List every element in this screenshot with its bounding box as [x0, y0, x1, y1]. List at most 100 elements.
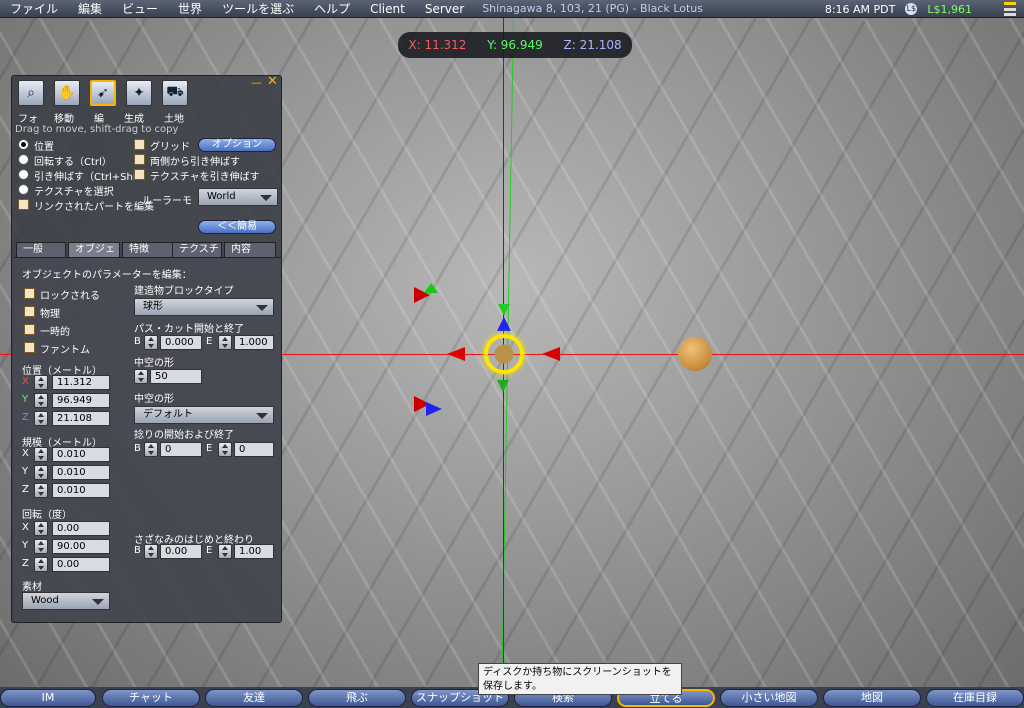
size-y-field[interactable]: 0.010 — [52, 465, 110, 480]
tab-features[interactable]: 特徴 — [122, 242, 174, 257]
rot-z-spinner[interactable] — [34, 557, 48, 572]
inventory-button[interactable]: 在庫目録 — [926, 689, 1024, 707]
dimple-e-spinner[interactable] — [218, 544, 232, 559]
radio-rotate[interactable] — [18, 154, 29, 165]
building-block-dropdown[interactable]: 球形 — [134, 298, 274, 316]
size-y-label: Y — [22, 466, 29, 477]
options-button[interactable]: オプション — [198, 138, 276, 152]
menu-edit[interactable]: 編集 — [68, 0, 112, 18]
tab-object[interactable]: オブジェクト — [68, 242, 120, 257]
rot-x-spinner[interactable] — [34, 521, 48, 536]
radio-stretch[interactable] — [18, 169, 29, 180]
phantom-checkbox[interactable] — [24, 342, 35, 353]
land-bulldozer-icon[interactable]: ⛟ — [162, 80, 188, 106]
menu-view[interactable]: ビュー — [112, 0, 168, 18]
hollow-shape-dropdown[interactable]: デフォルト — [134, 406, 274, 424]
dimple-b-spinner[interactable] — [144, 544, 158, 559]
mini-map-button[interactable]: 小さい地図 — [720, 689, 818, 707]
menu-file[interactable]: ファイル — [0, 0, 68, 18]
grab-hand-icon[interactable]: ✋ — [54, 80, 80, 106]
pos-x-spinner[interactable] — [34, 375, 48, 390]
x-arrow-handle-right[interactable] — [542, 347, 560, 361]
tab-content[interactable]: 内容 — [224, 242, 276, 257]
bandwidth-meter-icon[interactable] — [1004, 2, 1016, 16]
size-z-spinner[interactable] — [34, 483, 48, 498]
grid-checkbox[interactable] — [134, 139, 145, 150]
pos-y-label: Y — [22, 394, 29, 405]
y-arrow-handle-down[interactable] — [497, 380, 509, 392]
map-button[interactable]: 地図 — [823, 689, 921, 707]
material-dropdown[interactable]: Wood — [22, 592, 110, 610]
twist-e-spinner[interactable] — [218, 442, 232, 457]
dimple-b-label: B — [134, 545, 141, 556]
path-e-spinner[interactable] — [218, 335, 232, 350]
less-button[interactable]: ＜＜簡易 — [198, 220, 276, 234]
edit-linked-checkbox[interactable] — [18, 199, 29, 210]
pos-x-field[interactable]: 11.312 — [52, 375, 110, 390]
dimple-b-field[interactable]: 0.00 — [160, 544, 202, 559]
z-arrow-handle[interactable] — [497, 317, 511, 331]
selected-object-gizmo[interactable] — [484, 334, 524, 374]
wood-sphere-object[interactable] — [678, 337, 712, 371]
buy-currency-icon[interactable]: L$ — [905, 3, 918, 15]
menu-server[interactable]: Server — [415, 0, 474, 18]
radio-select-texture[interactable] — [18, 184, 29, 195]
ruler-label: ルーラーモ — [142, 196, 192, 207]
minimize-icon[interactable]: — — [251, 76, 262, 89]
size-y-spinner[interactable] — [34, 465, 48, 480]
plane-handle-lower[interactable] — [414, 392, 442, 416]
menu-bar: ファイル 編集 ビュー 世界 ツールを選ぶ ヘルプ Client Server … — [0, 0, 1024, 18]
plane-handle-upper[interactable] — [414, 283, 442, 303]
ruler-mode-dropdown[interactable]: World — [198, 188, 278, 206]
y-arrow-handle[interactable] — [498, 304, 510, 316]
size-x-field[interactable]: 0.010 — [52, 447, 110, 462]
tab-texture[interactable]: テクスチャ — [172, 242, 222, 257]
size-z-field[interactable]: 0.010 — [52, 483, 110, 498]
im-button[interactable]: IM — [0, 689, 96, 707]
path-b-spinner[interactable] — [144, 335, 158, 350]
twist-b-spinner[interactable] — [144, 442, 158, 457]
close-icon[interactable]: ✕ — [267, 74, 278, 89]
fly-button[interactable]: 飛ぶ — [308, 689, 406, 707]
create-wand-icon[interactable]: ✦ — [126, 80, 152, 106]
rot-x-label: X — [22, 522, 29, 533]
hollow-field[interactable]: 50 — [150, 369, 202, 384]
path-e-field[interactable]: 1.000 — [234, 335, 274, 350]
twist-b-field[interactable]: 0 — [160, 442, 202, 457]
edit-pointer-icon[interactable]: ➹ — [90, 80, 116, 106]
coord-y: Y: 96.949 — [487, 38, 543, 52]
building-block-value: 球形 — [143, 301, 163, 312]
pos-z-label: Z — [22, 412, 29, 423]
pos-z-field[interactable]: 21.108 — [52, 411, 110, 426]
path-b-field[interactable]: 0.000 — [160, 335, 202, 350]
tab-general[interactable]: 一般 — [16, 242, 66, 257]
build-floater: ⌕ ✋ ➹ ✦ ⛟ フォ 移動 編 生成 土地 — ✕ Drag to move… — [11, 74, 282, 623]
x-arrow-handle-left[interactable] — [447, 347, 465, 361]
pos-y-spinner[interactable] — [34, 393, 48, 408]
building-block-label: 建造物ブロックタイプ — [134, 286, 234, 297]
menu-help[interactable]: ヘルプ — [304, 0, 360, 18]
pos-y-field[interactable]: 96.949 — [52, 393, 110, 408]
rot-y-spinner[interactable] — [34, 539, 48, 554]
chat-button[interactable]: チャット — [102, 689, 200, 707]
focus-magnifier-icon[interactable]: ⌕ — [18, 80, 44, 106]
physical-checkbox[interactable] — [24, 306, 35, 317]
size-x-spinner[interactable] — [34, 447, 48, 462]
friends-button[interactable]: 友達 — [205, 689, 303, 707]
radio-position[interactable] — [18, 139, 29, 150]
menu-client[interactable]: Client — [360, 0, 415, 18]
rot-y-field[interactable]: 90.00 — [52, 539, 110, 554]
stretch-both-checkbox[interactable] — [134, 154, 145, 165]
dimple-e-field[interactable]: 1.00 — [234, 544, 274, 559]
pos-z-spinner[interactable] — [34, 411, 48, 426]
region-info[interactable]: Shinagawa 8, 103, 21 (PG) - Black Lotus — [474, 2, 703, 15]
twist-e-field[interactable]: 0 — [234, 442, 274, 457]
rot-x-field[interactable]: 0.00 — [52, 521, 110, 536]
rot-z-field[interactable]: 0.00 — [52, 557, 110, 572]
menu-world[interactable]: 世界 — [168, 0, 212, 18]
locked-checkbox[interactable] — [24, 288, 35, 299]
temporary-checkbox[interactable] — [24, 324, 35, 335]
stretch-textures-checkbox[interactable] — [134, 169, 145, 180]
menu-tools[interactable]: ツールを選ぶ — [212, 0, 304, 18]
hollow-spinner[interactable] — [134, 369, 148, 384]
